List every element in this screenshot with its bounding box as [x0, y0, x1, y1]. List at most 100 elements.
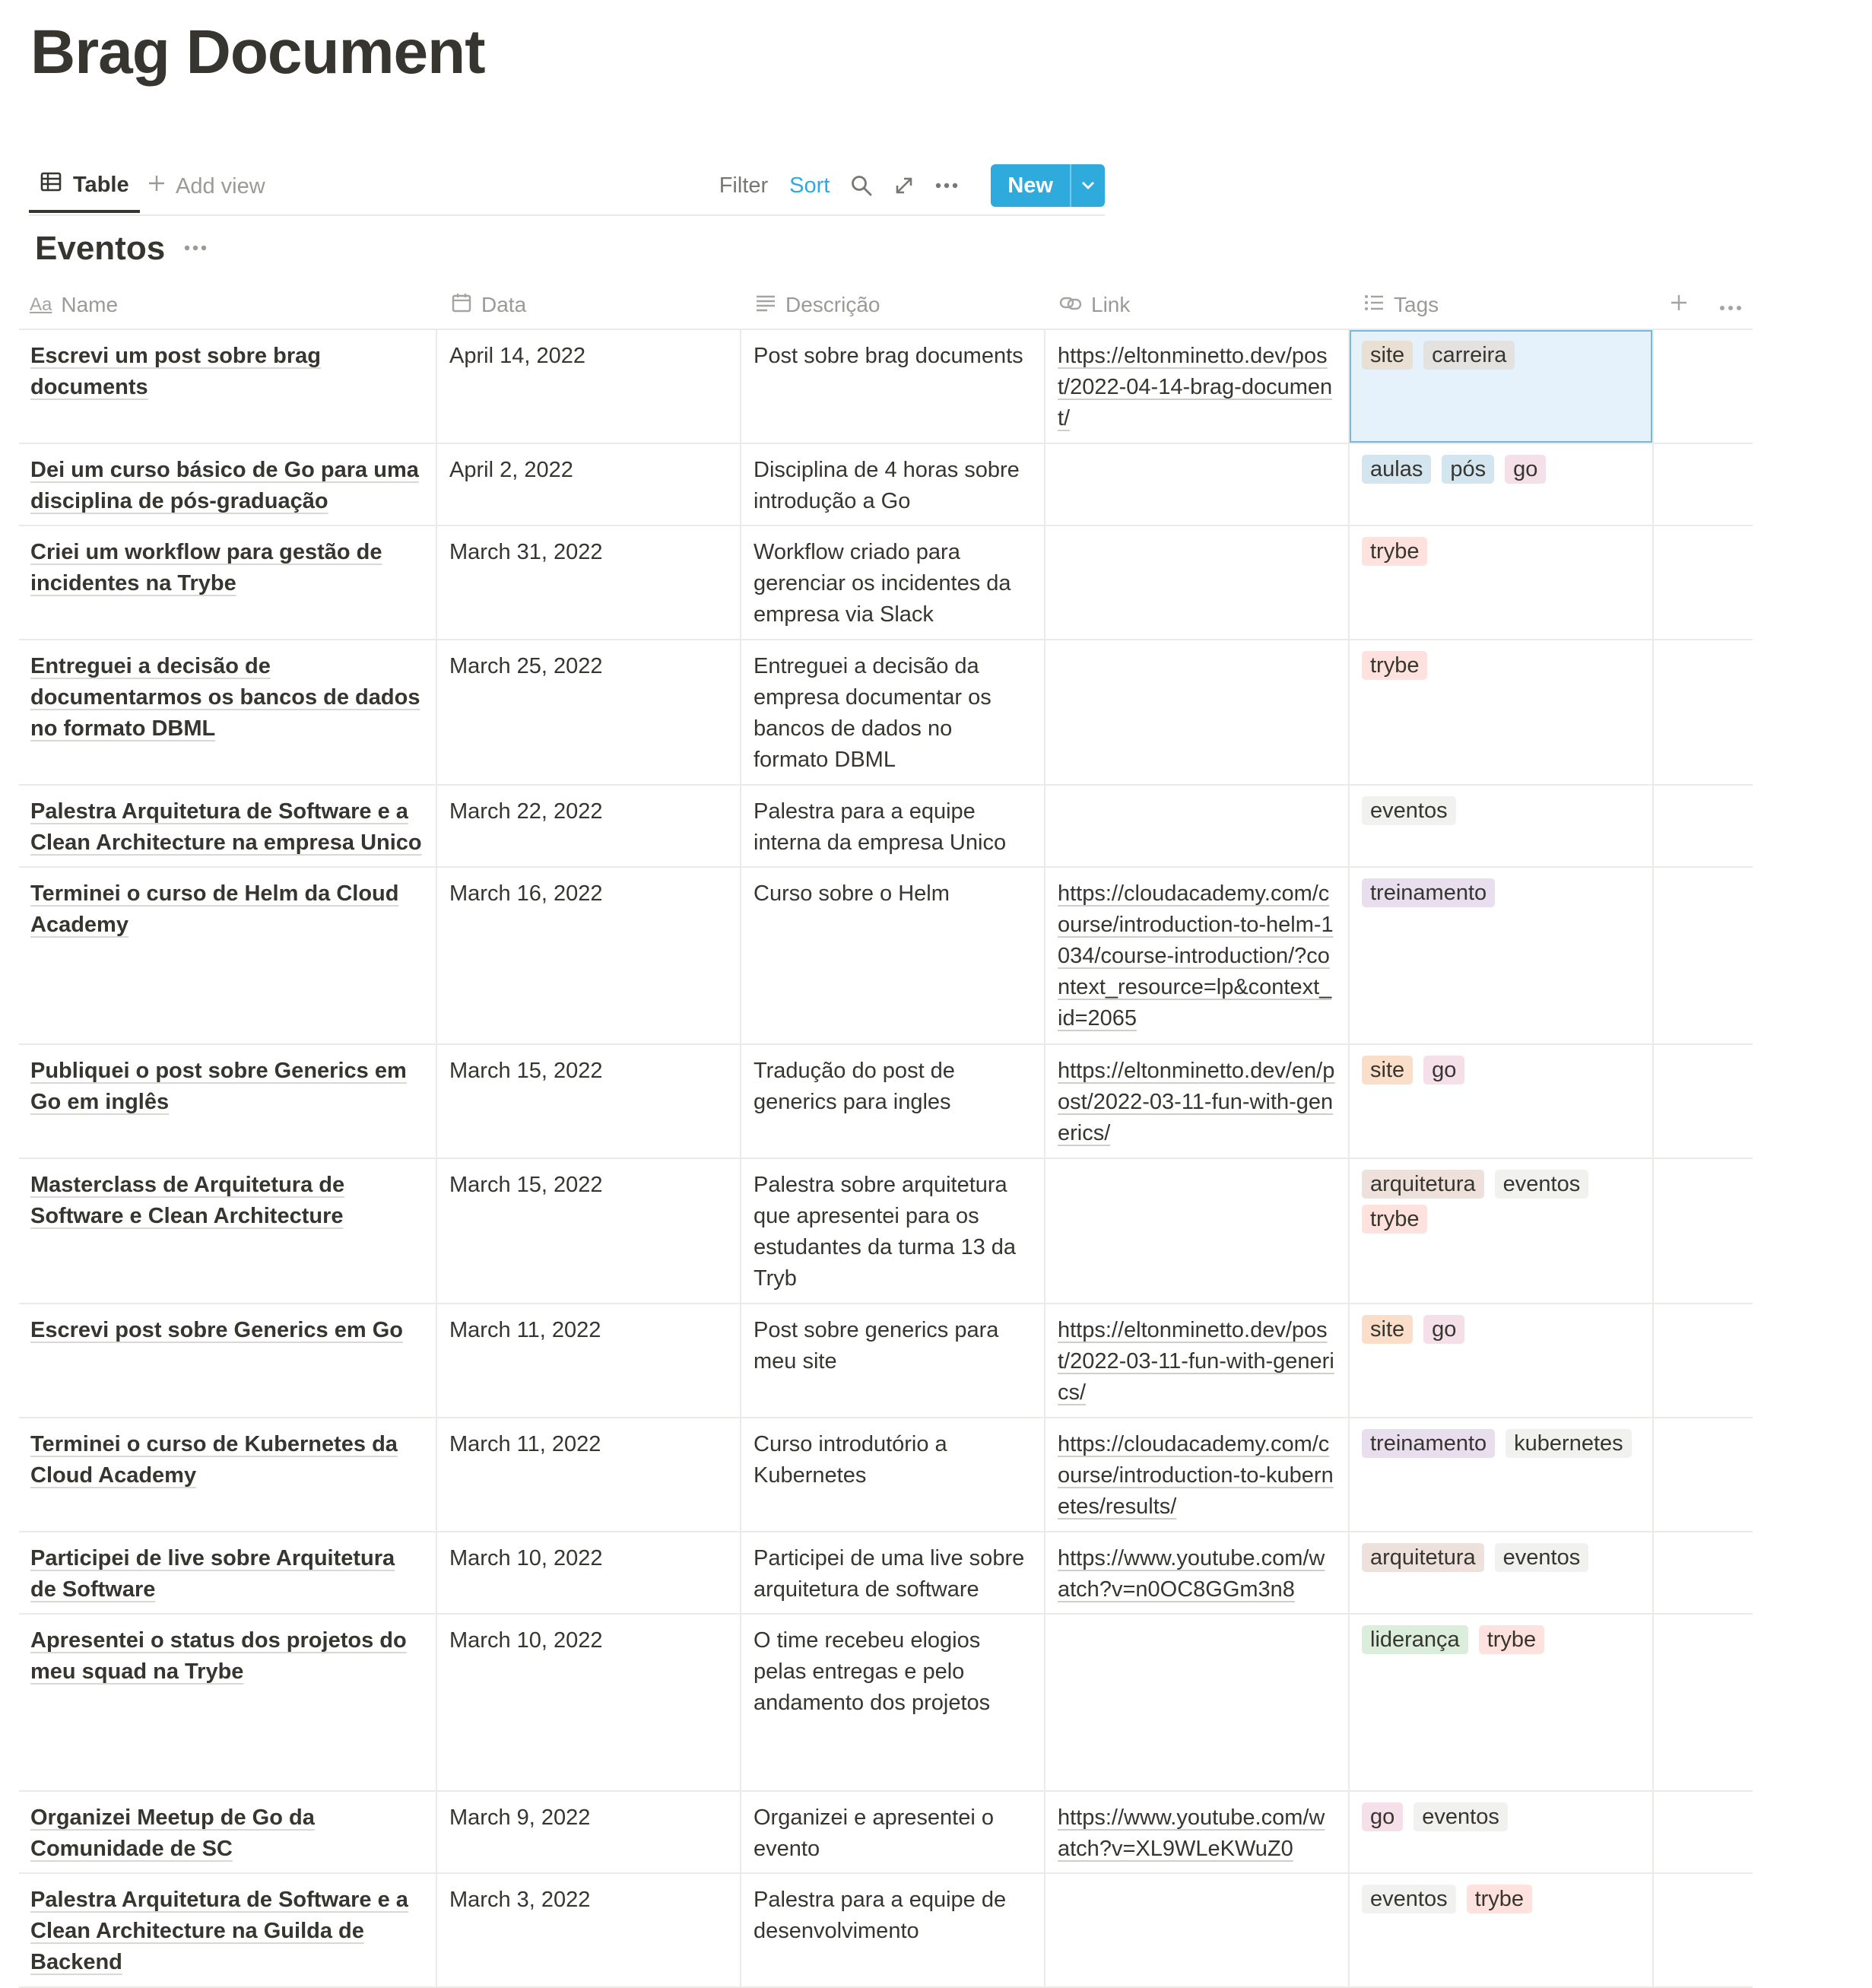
- cell-link[interactable]: [1045, 444, 1350, 525]
- cell-link[interactable]: https://www.youtube.com/watch?v=XL9WLeKW…: [1045, 1792, 1350, 1872]
- cell-tags[interactable]: arquitetura eventos: [1350, 1532, 1654, 1613]
- more-options-icon[interactable]: [925, 182, 968, 189]
- cell-descricao[interactable]: Organizei e apresentei o evento: [741, 1792, 1045, 1872]
- cell-tags[interactable]: treinamento: [1350, 868, 1654, 1043]
- cell-data[interactable]: March 25, 2022: [437, 640, 741, 784]
- table-row[interactable]: Organizei Meetup de Go da Comunidade de …: [19, 1792, 1753, 1874]
- cell-link[interactable]: [1045, 786, 1350, 866]
- cell-link[interactable]: [1045, 640, 1350, 784]
- cell-tags[interactable]: trybe: [1350, 640, 1654, 784]
- cell-name[interactable]: Participei de live sobre Arquitetura de …: [19, 1532, 437, 1613]
- table-row[interactable]: Criei um workflow para gestão de inciden…: [19, 526, 1753, 640]
- cell-name[interactable]: Entreguei a decisão de documentarmos os …: [19, 640, 437, 784]
- cell-link[interactable]: https://cloudacademy.com/course/introduc…: [1045, 868, 1350, 1043]
- cell-data[interactable]: March 3, 2022: [437, 1874, 741, 1986]
- cell-link[interactable]: [1045, 1159, 1350, 1303]
- cell-data[interactable]: March 10, 2022: [437, 1615, 741, 1790]
- cell-tags[interactable]: liderança trybe: [1350, 1615, 1654, 1790]
- cell-name[interactable]: Terminei o curso de Kubernetes da Cloud …: [19, 1418, 437, 1531]
- cell-descricao[interactable]: Post sobre generics para meu site: [741, 1304, 1045, 1417]
- cell-descricao[interactable]: Curso sobre o Helm: [741, 868, 1045, 1043]
- cell-data[interactable]: March 10, 2022: [437, 1532, 741, 1613]
- column-header-link[interactable]: Link: [1045, 281, 1350, 329]
- cell-name[interactable]: Palestra Arquitetura de Software e a Cle…: [19, 786, 437, 866]
- cell-data[interactable]: March 31, 2022: [437, 526, 741, 639]
- row-link[interactable]: https://eltonminetto.dev/post/2022-04-14…: [1058, 344, 1332, 430]
- column-header-tags[interactable]: Tags: [1350, 281, 1654, 329]
- cell-tags[interactable]: eventos: [1350, 786, 1654, 866]
- cell-data[interactable]: March 15, 2022: [437, 1159, 741, 1303]
- cell-descricao[interactable]: Entreguei a decisão da empresa documenta…: [741, 640, 1045, 784]
- cell-link[interactable]: https://eltonminetto.dev/post/2022-04-14…: [1045, 330, 1350, 443]
- table-row[interactable]: Escrevi post sobre Generics em Go March 1…: [19, 1304, 1753, 1418]
- table-row[interactable]: Terminei o curso de Helm da Cloud Academ…: [19, 868, 1753, 1045]
- group-more-icon[interactable]: [183, 242, 208, 256]
- cell-descricao[interactable]: Palestra para a equipe interna da empres…: [741, 786, 1045, 866]
- cell-data[interactable]: March 11, 2022: [437, 1418, 741, 1531]
- cell-tags[interactable]: treinamento kubernetes: [1350, 1418, 1654, 1531]
- cell-link[interactable]: [1045, 526, 1350, 639]
- sort-button[interactable]: Sort: [779, 173, 840, 198]
- cell-data[interactable]: March 15, 2022: [437, 1045, 741, 1158]
- cell-name[interactable]: Escrevi um post sobre brag documents: [19, 330, 437, 443]
- table-row[interactable]: Masterclass de Arquitetura de Software e…: [19, 1159, 1753, 1304]
- table-row[interactable]: Escrevi um post sobre brag documents Apri…: [19, 330, 1753, 444]
- cell-descricao[interactable]: O time recebeu elogios pelas entregas e …: [741, 1615, 1045, 1790]
- cell-link[interactable]: [1045, 1874, 1350, 1986]
- cell-link[interactable]: https://eltonminetto.dev/post/2022-03-11…: [1045, 1304, 1350, 1417]
- cell-name[interactable]: Dei um curso básico de Go para uma disci…: [19, 444, 437, 525]
- cell-name[interactable]: Terminei o curso de Helm da Cloud Academ…: [19, 868, 437, 1043]
- filter-button[interactable]: Filter: [709, 173, 779, 198]
- cell-name[interactable]: Masterclass de Arquitetura de Software e…: [19, 1159, 437, 1303]
- table-row[interactable]: Publiquei o post sobre Generics em Go em…: [19, 1045, 1753, 1159]
- row-link[interactable]: https://eltonminetto.dev/en/post/2022-03…: [1058, 1059, 1334, 1145]
- cell-link[interactable]: https://eltonminetto.dev/en/post/2022-03…: [1045, 1045, 1350, 1158]
- row-link[interactable]: https://eltonminetto.dev/post/2022-03-11…: [1058, 1318, 1334, 1405]
- cell-name[interactable]: Palestra Arquitetura de Software e a Cle…: [19, 1874, 437, 1986]
- cell-tags[interactable]: eventos trybe: [1350, 1874, 1654, 1986]
- column-header-name[interactable]: Aa Name: [19, 281, 437, 329]
- cell-descricao[interactable]: Disciplina de 4 horas sobre introdução a…: [741, 444, 1045, 525]
- cell-data[interactable]: April 14, 2022: [437, 330, 741, 443]
- cell-data[interactable]: March 11, 2022: [437, 1304, 741, 1417]
- cell-tags[interactable]: aulas pós go: [1350, 444, 1654, 525]
- cell-descricao[interactable]: Workflow criado para gerenciar os incide…: [741, 526, 1045, 639]
- new-button[interactable]: New: [991, 164, 1070, 207]
- search-icon[interactable]: [840, 174, 883, 197]
- row-link[interactable]: https://www.youtube.com/watch?v=XL9WLeKW…: [1058, 1805, 1325, 1861]
- cell-name[interactable]: Criei um workflow para gestão de inciden…: [19, 526, 437, 639]
- chevron-down-icon[interactable]: [1070, 164, 1105, 207]
- table-row[interactable]: Dei um curso básico de Go para uma disci…: [19, 444, 1753, 526]
- table-row[interactable]: Entreguei a decisão de documentarmos os …: [19, 640, 1753, 786]
- cell-tags[interactable]: trybe: [1350, 526, 1654, 639]
- table-row[interactable]: Apresentei o status dos projetos do meu …: [19, 1615, 1753, 1792]
- cell-data[interactable]: March 22, 2022: [437, 786, 741, 866]
- row-link[interactable]: https://cloudacademy.com/course/introduc…: [1058, 881, 1334, 1031]
- cell-link[interactable]: https://www.youtube.com/watch?v=n0OC8GGm…: [1045, 1532, 1350, 1613]
- add-property-icon[interactable]: [1669, 293, 1689, 318]
- cell-tags[interactable]: site carreira: [1350, 330, 1654, 443]
- cell-descricao[interactable]: Post sobre brag documents: [741, 330, 1045, 443]
- row-link[interactable]: https://www.youtube.com/watch?v=n0OC8GGm…: [1058, 1546, 1325, 1602]
- cell-tags[interactable]: arquitetura eventos trybe: [1350, 1159, 1654, 1303]
- cell-data[interactable]: March 9, 2022: [437, 1792, 741, 1872]
- cell-name[interactable]: Escrevi post sobre Generics em Go: [19, 1304, 437, 1417]
- table-row[interactable]: Palestra Arquitetura de Software e a Cle…: [19, 786, 1753, 868]
- cell-link[interactable]: [1045, 1615, 1350, 1790]
- column-header-descricao[interactable]: Descrição: [741, 281, 1045, 329]
- table-row[interactable]: Palestra Arquitetura de Software e a Cle…: [19, 1874, 1753, 1988]
- add-view-button[interactable]: Add view: [147, 160, 265, 213]
- table-row[interactable]: Terminei o curso de Kubernetes da Cloud …: [19, 1418, 1753, 1532]
- cell-descricao[interactable]: Participei de uma live sobre arquitetura…: [741, 1532, 1045, 1613]
- view-tab-table[interactable]: Table: [29, 160, 140, 213]
- row-link[interactable]: https://cloudacademy.com/course/introduc…: [1058, 1432, 1334, 1519]
- table-row[interactable]: Participei de live sobre Arquitetura de …: [19, 1532, 1753, 1615]
- cell-descricao[interactable]: Curso introdutório a Kubernetes: [741, 1418, 1045, 1531]
- table-more-icon[interactable]: [1719, 293, 1742, 317]
- cell-tags[interactable]: go eventos: [1350, 1792, 1654, 1872]
- cell-name[interactable]: Organizei Meetup de Go da Comunidade de …: [19, 1792, 437, 1872]
- cell-name[interactable]: Publiquei o post sobre Generics em Go em…: [19, 1045, 437, 1158]
- cell-tags[interactable]: site go: [1350, 1045, 1654, 1158]
- expand-icon[interactable]: [883, 175, 925, 196]
- cell-descricao[interactable]: Palestra sobre arquitetura que apresente…: [741, 1159, 1045, 1303]
